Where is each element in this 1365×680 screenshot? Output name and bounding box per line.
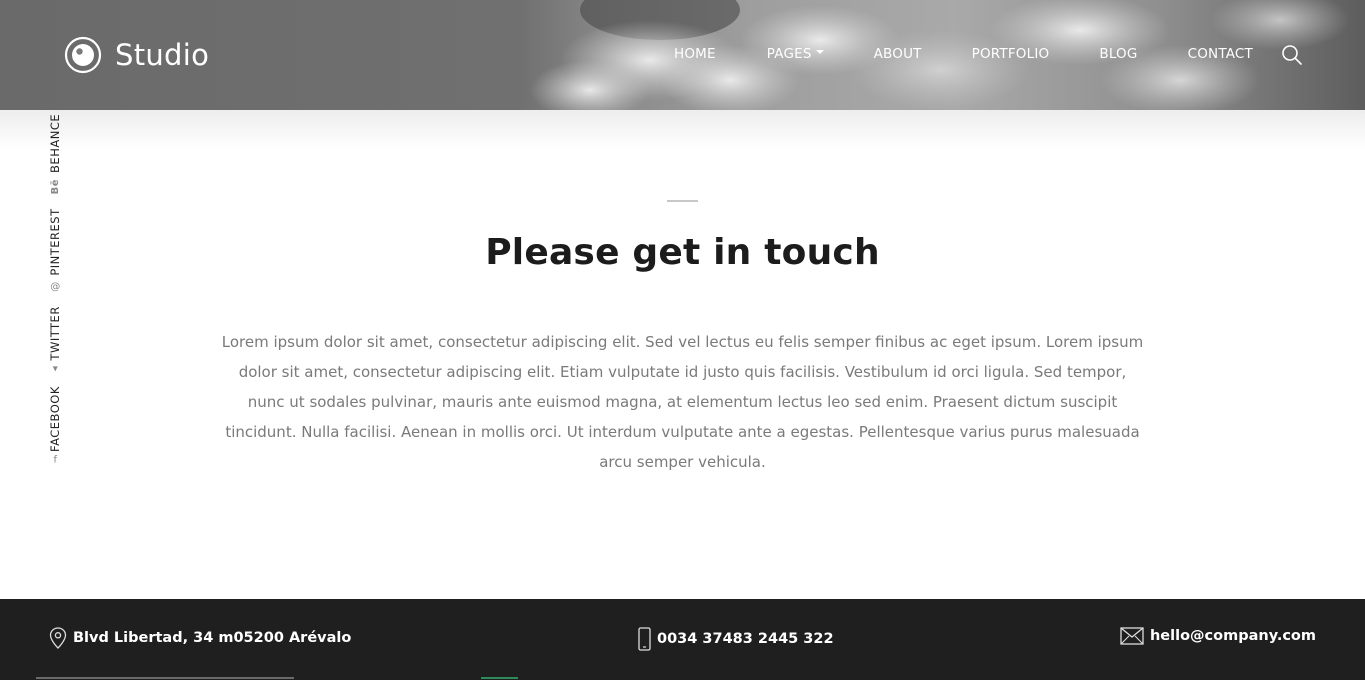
footer-address-text: Blvd Libertad, 34 m05200 Arévalo bbox=[73, 630, 352, 646]
nav-item-home[interactable]: HOME bbox=[674, 46, 716, 62]
social-facebook-label: FACEBOOK bbox=[48, 386, 62, 452]
site-header: Studio HOME PAGES ABOUT PORTFOLIO BLOG C… bbox=[0, 0, 1365, 110]
intro-paragraph: Lorem ipsum dolor sit amet, consectetur … bbox=[221, 333, 1144, 471]
main-nav: HOME PAGES ABOUT PORTFOLIO BLOG CONTACT bbox=[674, 46, 1253, 62]
twitter-icon: ▾ bbox=[52, 363, 58, 375]
nav-item-about[interactable]: ABOUT bbox=[874, 46, 922, 62]
footer-email-text: hello@company.com bbox=[1149, 628, 1316, 644]
mobile-phone-icon bbox=[638, 627, 651, 651]
behance-icon: Bē bbox=[49, 178, 61, 195]
nav-item-contact[interactable]: CONTACT bbox=[1188, 46, 1253, 62]
footer-bottom-strip bbox=[36, 677, 294, 679]
footer-phone-text: 0034 37483 2445 322 bbox=[657, 631, 834, 647]
location-pin-icon bbox=[49, 627, 67, 649]
logo-mark-icon bbox=[64, 36, 102, 74]
social-behance-link[interactable]: Bē BEHANCE bbox=[48, 114, 62, 194]
caret-down-icon bbox=[815, 50, 824, 54]
social-links: f FACEBOOK ▾ TWITTER @ PINTEREST Bē BEHA… bbox=[48, 100, 62, 466]
header-shadow bbox=[0, 110, 1365, 150]
footer-phone[interactable]: 0034 37483 2445 322 bbox=[638, 627, 834, 651]
envelope-icon bbox=[1120, 627, 1144, 645]
footer-bottom-accent bbox=[481, 677, 518, 679]
title-divider bbox=[667, 200, 698, 202]
page-title: Please get in touch bbox=[485, 232, 880, 273]
nav-item-portfolio[interactable]: PORTFOLIO bbox=[972, 46, 1050, 62]
pinterest-icon: @ bbox=[49, 281, 61, 293]
facebook-icon: f bbox=[52, 454, 58, 466]
contact-footer: Blvd Libertad, 34 m05200 Arévalo 0034 37… bbox=[0, 599, 1365, 680]
brand-logo[interactable]: Studio bbox=[64, 36, 209, 74]
brand-name: Studio bbox=[115, 38, 210, 72]
search-icon[interactable] bbox=[1281, 44, 1303, 66]
footer-address: Blvd Libertad, 34 m05200 Arévalo bbox=[49, 627, 351, 649]
social-behance-label: BEHANCE bbox=[48, 113, 62, 173]
social-twitter-link[interactable]: ▾ TWITTER bbox=[48, 306, 62, 375]
nav-item-blog[interactable]: BLOG bbox=[1099, 46, 1137, 62]
social-facebook-link[interactable]: f FACEBOOK bbox=[48, 386, 62, 466]
nav-item-pages-label: PAGES bbox=[766, 46, 812, 62]
footer-email[interactable]: hello@company.com bbox=[1120, 627, 1316, 645]
nav-item-pages[interactable]: PAGES bbox=[767, 46, 824, 62]
social-twitter-label: TWITTER bbox=[48, 306, 62, 361]
